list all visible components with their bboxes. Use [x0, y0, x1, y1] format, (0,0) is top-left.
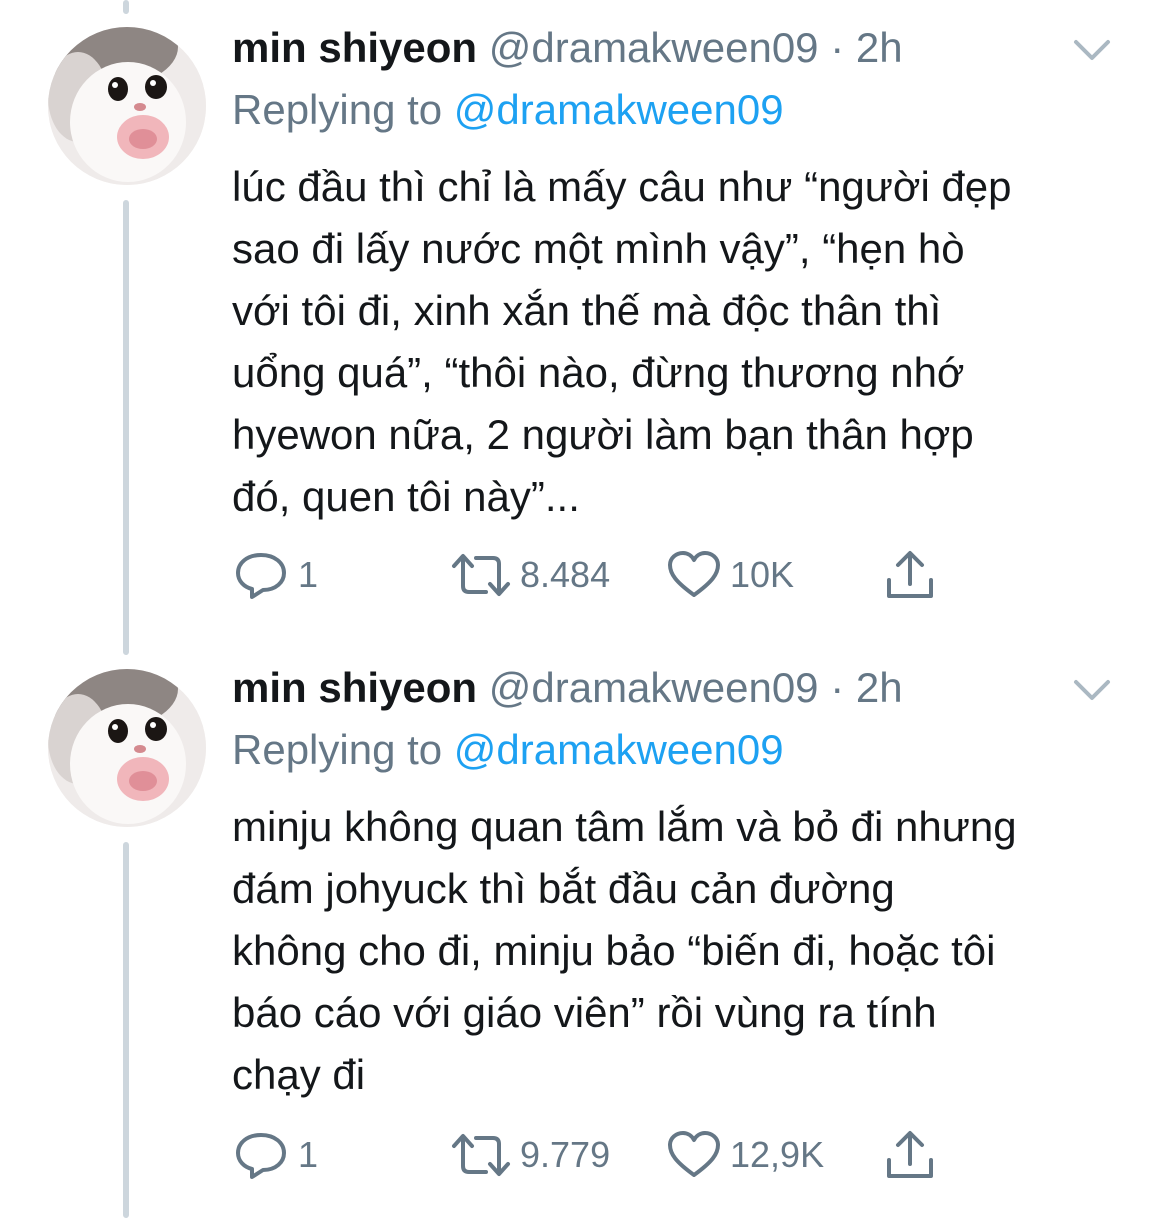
author-handle[interactable]: @dramakween09 — [489, 664, 819, 711]
cat-avatar-image — [48, 669, 206, 827]
tweet-text-line: hyewon nữa, 2 người làm bạn thân hợp — [232, 411, 974, 458]
tweet-text-line: với tôi đi, xinh xắn thế mà độc thân thì — [232, 287, 942, 334]
share-icon — [887, 551, 933, 598]
retweet-count: 9.779 — [520, 1134, 611, 1175]
tweet[interactable]: min shiyeon @dramakween09 · 2h Replying … — [0, 642, 1170, 1218]
tweet-thread: min shiyeon @dramakween09 · 2h Replying … — [0, 0, 1170, 1218]
tweet-text-line: không cho đi, minju bảo “biến đi, hoặc t… — [232, 927, 996, 974]
replying-mention[interactable]: @dramakween09 — [454, 86, 784, 133]
tweet-text-line: uổng quá”, “thôi nào, đừng thương nhớ — [232, 349, 965, 396]
share-button[interactable] — [884, 1130, 936, 1180]
replying-mention[interactable]: @dramakween09 — [454, 726, 784, 773]
retweet-button[interactable]: 8.484 — [450, 550, 610, 600]
tweet-text: minju không quan tâm lắm và bỏ đi nhưng … — [232, 796, 1132, 1106]
retweet-icon — [452, 554, 510, 596]
separator-dot: · — [830, 664, 845, 711]
tweet-content: min shiyeon @dramakween09 · 2h Replying … — [232, 18, 1130, 528]
reply-icon — [236, 1133, 286, 1179]
tweet-text-line: minju không quan tâm lắm và bỏ đi nhưng — [232, 803, 1017, 850]
tweet-header: min shiyeon @dramakween09 · 2h — [232, 18, 1130, 78]
like-count: 10K — [730, 554, 795, 595]
tweet-text: lúc đầu thì chỉ là mấy câu như “người đẹ… — [232, 156, 1132, 528]
tweet-text-line: chạy đi — [232, 1051, 366, 1098]
author-handle[interactable]: @dramakween09 — [489, 24, 819, 71]
author-name[interactable]: min shiyeon — [232, 664, 477, 711]
like-button[interactable]: 10K — [666, 550, 794, 600]
tweet-actions: 1 9.779 12,9K — [232, 1130, 952, 1180]
heart-icon — [668, 551, 720, 597]
avatar[interactable] — [48, 27, 206, 185]
reply-button[interactable]: 1 — [232, 550, 318, 600]
author-name[interactable]: min shiyeon — [232, 24, 477, 71]
retweet-button[interactable]: 9.779 — [450, 1130, 610, 1180]
reply-button[interactable]: 1 — [232, 1130, 318, 1180]
tweet[interactable]: min shiyeon @dramakween09 · 2h Replying … — [0, 0, 1170, 640]
reply-icon — [236, 553, 286, 599]
share-button[interactable] — [884, 550, 936, 600]
tweet-text-line: báo cáo với giáo viên” rồi vùng ra tính — [232, 989, 937, 1036]
tweet-time[interactable]: 2h — [856, 664, 903, 711]
tweet-text-line: đó, quen tôi này”... — [232, 473, 580, 520]
reply-count: 1 — [298, 554, 319, 595]
tweet-content: min shiyeon @dramakween09 · 2h Replying … — [232, 658, 1130, 1106]
retweet-count: 8.484 — [520, 554, 611, 595]
replying-to: Replying to @dramakween09 — [232, 78, 1130, 142]
replying-prefix: Replying to — [232, 726, 443, 773]
chevron-down-icon[interactable] — [1072, 678, 1112, 702]
heart-icon — [668, 1131, 720, 1177]
tweet-actions: 1 8.484 10K — [232, 550, 952, 600]
replying-prefix: Replying to — [232, 86, 443, 133]
reply-count: 1 — [298, 1134, 319, 1175]
avatar[interactable] — [48, 669, 206, 827]
separator-dot: · — [830, 24, 845, 71]
tweet-text-line: lúc đầu thì chỉ là mấy câu như “người đẹ… — [232, 163, 1012, 210]
retweet-icon — [452, 1134, 510, 1176]
like-button[interactable]: 12,9K — [666, 1130, 824, 1180]
replying-to: Replying to @dramakween09 — [232, 718, 1130, 782]
chevron-down-icon[interactable] — [1072, 38, 1112, 62]
like-count: 12,9K — [730, 1134, 825, 1175]
tweet-text-line: sao đi lấy nước một mình vậy”, “hẹn hò — [232, 225, 965, 272]
tweet-text-line: đám johyuck thì bắt đầu cản đường — [232, 865, 895, 912]
cat-avatar-image — [48, 27, 206, 185]
share-icon — [887, 1131, 933, 1178]
tweet-header: min shiyeon @dramakween09 · 2h — [232, 658, 1130, 718]
tweet-time[interactable]: 2h — [856, 24, 903, 71]
